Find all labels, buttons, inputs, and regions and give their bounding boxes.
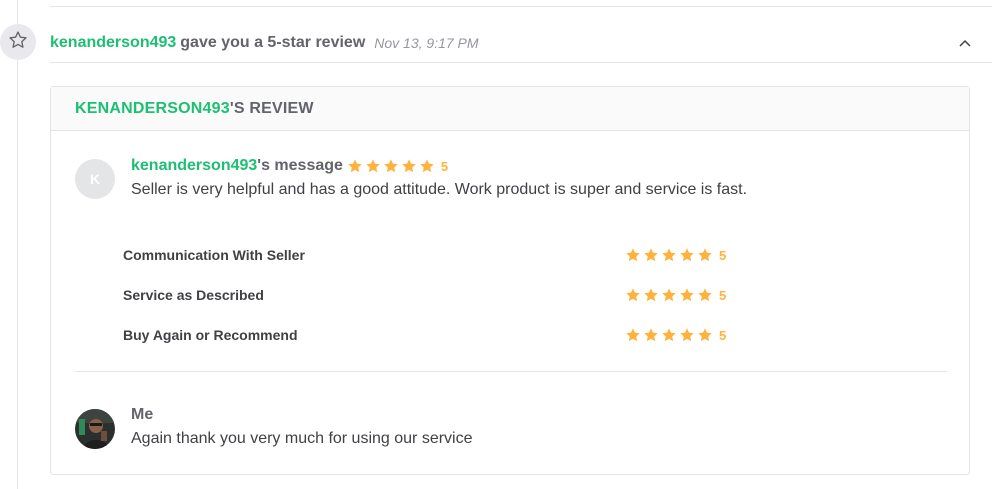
star-icon <box>662 288 676 302</box>
message-username[interactable]: kenanderson493 <box>131 157 257 175</box>
rating-row-communication: Communication With Seller 5 <box>123 235 743 275</box>
star-icon <box>662 328 676 342</box>
rating-label: Buy Again or Recommend <box>123 327 298 343</box>
star-icon <box>626 288 640 302</box>
star-icon <box>698 328 712 342</box>
collapse-button[interactable] <box>958 36 972 50</box>
star-icon <box>698 288 712 302</box>
rating-score: 5 <box>719 247 727 263</box>
chevron-up-icon <box>959 34 971 52</box>
event-action-text: gave you a 5-star review <box>180 34 366 51</box>
star-rating: 5 <box>347 158 448 174</box>
review-title-suffix: 'S REVIEW <box>229 99 314 117</box>
star-rating: 5 <box>625 327 726 343</box>
review-title-user: KENANDERSON493 <box>75 99 230 117</box>
star-icon <box>698 248 712 262</box>
event-timestamp: Nov 13, 9:17 PM <box>374 35 479 51</box>
message-text: Seller is very helpful and has a good at… <box>131 181 748 198</box>
reply-text: Again thank you very much for using our … <box>131 430 473 447</box>
review-card-title: KENANDERSON493 'S REVIEW <box>51 87 969 131</box>
star-icon <box>626 248 640 262</box>
avatar: K <box>75 159 115 199</box>
star-icon <box>680 248 694 262</box>
event-badge <box>0 24 36 60</box>
star-icon <box>402 159 416 173</box>
divider <box>75 371 947 372</box>
avatar-letter: K <box>89 171 101 187</box>
star-rating: 5 <box>625 247 726 263</box>
rating-score: 5 <box>440 158 449 174</box>
star-outline-icon <box>8 30 28 55</box>
star-icon <box>680 328 694 342</box>
review-card: KENANDERSON493 'S REVIEW K kenanderson493… <box>50 86 970 475</box>
divider <box>50 62 992 63</box>
avatar <box>75 409 115 449</box>
timeline-line <box>17 0 18 489</box>
rating-row-recommend: Buy Again or Recommend 5 <box>123 315 743 355</box>
star-icon <box>680 288 694 302</box>
rating-score: 5 <box>719 327 727 343</box>
message-title-suffix: 's message <box>257 157 343 174</box>
star-icon <box>348 159 362 173</box>
star-icon <box>662 248 676 262</box>
rating-label: Communication With Seller <box>123 247 305 263</box>
star-icon <box>644 248 658 262</box>
event-username[interactable]: kenanderson493 <box>50 34 176 52</box>
star-icon <box>384 159 398 173</box>
star-icon <box>626 328 640 342</box>
star-icon <box>644 288 658 302</box>
rating-row-service: Service as Described 5 <box>123 275 743 315</box>
rating-score: 5 <box>719 287 727 303</box>
reply-author: Me <box>131 406 154 423</box>
divider <box>50 6 992 7</box>
rating-breakdown: Communication With Seller 5 Service as D… <box>123 235 743 355</box>
star-icon <box>366 159 380 173</box>
review-event-header: kenanderson493 gave you a 5-star review … <box>50 32 992 54</box>
star-rating: 5 <box>625 287 726 303</box>
star-icon <box>420 159 434 173</box>
rating-label: Service as Described <box>123 287 264 303</box>
message-title: kenanderson493's message 5 <box>131 157 448 175</box>
star-icon <box>644 328 658 342</box>
